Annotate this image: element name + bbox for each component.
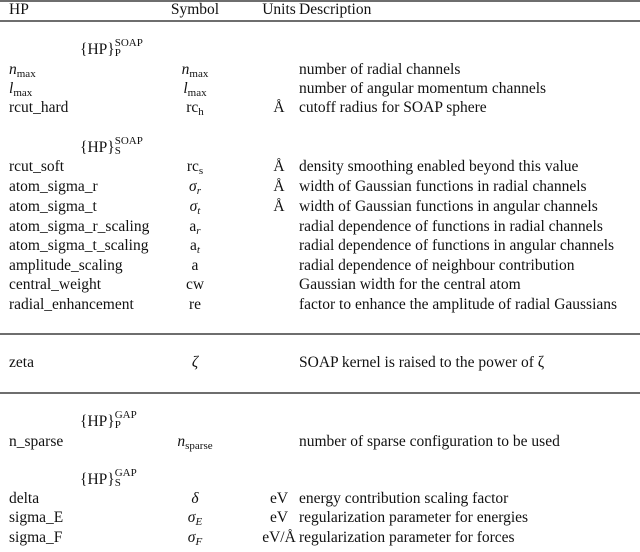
sym-base: rc (186, 158, 199, 175)
sym-base: δ (191, 490, 199, 507)
group-label-gap-p: {HP} GAP P (80, 410, 137, 432)
hp-cell: sigma_F (9, 529, 63, 546)
hp-cell: zeta (9, 354, 34, 371)
description-cell: energy contribution scaling factor (299, 490, 509, 507)
hp-cell: delta (9, 490, 40, 507)
symbol-cell: rch (140, 98, 250, 122)
table-row: delta δ eV energy contribution scaling f… (0, 489, 640, 509)
group-label-soap-p: {HP} SOAP P (80, 38, 143, 60)
symbol-cell: ζ (140, 353, 250, 373)
table-row: atom_sigma_r σr Å width of Gaussian func… (0, 177, 640, 197)
units-cell: eV/Å (262, 529, 296, 546)
hp-cell: amplitude_scaling (9, 257, 123, 274)
table-header: HP Symbol Units Description (0, 0, 640, 20)
sym-base: σ (189, 178, 197, 195)
hp-cell: rcut_soft (9, 158, 65, 175)
table-row: atom_sigma_t σt Å width of Gaussian func… (0, 197, 640, 217)
hp-cell: atom_sigma_t_scaling (9, 237, 149, 254)
table-row: nmax nmax number of radial channels (0, 60, 640, 80)
symbol-cell: re (188, 296, 202, 313)
header-symbol: Symbol (170, 1, 220, 18)
section-rule-1 (0, 333, 640, 335)
table-row: sigma_E σE eV regularization parameter f… (0, 508, 640, 528)
group-sub: P (114, 47, 121, 60)
table-row: zeta ζ SOAP kernel is raised to the powe… (0, 353, 640, 373)
sym-sub: s (198, 165, 204, 177)
description-cell: radial dependence of functions in radial… (299, 218, 603, 235)
units-cell: eV (269, 490, 289, 507)
units-cell: Å (273, 178, 285, 195)
group-label-gap-s: {HP} GAP S (80, 468, 137, 490)
table-row: atom_sigma_r_scaling ar radial dependenc… (0, 217, 640, 237)
sym-base: a (190, 237, 197, 254)
units-cell: eV (269, 509, 289, 526)
description-cell: cutoff radius for SOAP sphere (299, 99, 487, 116)
hp-cell: sigma_E (9, 509, 64, 526)
sym-base: rc (186, 99, 199, 116)
sym-base: ζ (191, 354, 199, 371)
hp-cell: central_weight (9, 276, 102, 293)
table-row: amplitude_scaling a radial dependence of… (0, 256, 640, 276)
table-row: radial_enhancement re factor to enhance … (0, 295, 640, 315)
table-row: central_weight cw Gaussian width for the… (0, 275, 640, 295)
hp-cell: radial_enhancement (9, 296, 134, 313)
table-row: rcut_soft rcs Å density smoothing enable… (0, 157, 640, 177)
symbol-cell: cw (185, 276, 205, 293)
description-cell: number of angular momentum channels (299, 80, 547, 97)
group-base: {HP} (80, 471, 115, 488)
header-description: Description (299, 1, 372, 18)
description-cell: density smoothing enabled beyond this va… (299, 158, 579, 175)
hp-cell: n_sparse (9, 433, 64, 450)
sym-sub: t (197, 205, 201, 217)
table-row: sigma_F σF eV/Å regularization parameter… (0, 528, 640, 548)
description-cell: Gaussian width for the central atom (299, 276, 521, 293)
units-cell: Å (273, 158, 285, 175)
description-cell: factor to enhance the amplitude of radia… (299, 296, 618, 313)
description-cell: width of Gaussian functions in angular c… (299, 198, 598, 215)
hp-cell: atom_sigma_r_scaling (9, 218, 150, 235)
table-row: lmax lmax number of angular momentum cha… (0, 79, 640, 99)
sym-sub: E (195, 516, 203, 528)
header-units: Units (262, 1, 296, 18)
table-row: atom_sigma_t_scaling at radial dependenc… (0, 236, 640, 256)
header-hp: HP (9, 1, 29, 18)
description-cell: radial dependence of functions in angula… (299, 237, 615, 254)
description-cell: regularization parameter for forces (299, 529, 515, 546)
group-sub: S (114, 145, 121, 158)
description-cell: SOAP kernel is raised to the power of ζ (299, 354, 545, 371)
table-row: n_sparse nsparse number of sparse config… (0, 432, 640, 452)
group-sub: P (114, 419, 121, 432)
group-base: {HP} (80, 41, 115, 58)
description-cell: regularization parameter for energies (299, 509, 529, 526)
group-label-soap-s: {HP} SOAP S (80, 136, 143, 158)
symbol-cell: δ (140, 489, 250, 509)
symbol-cell: σF (140, 528, 250, 552)
sym-sub: r (196, 185, 201, 197)
units-cell: Å (273, 198, 285, 215)
hp-cell: atom_sigma_r (9, 178, 98, 195)
sym-sub: h (198, 106, 204, 118)
group-sub: S (114, 477, 121, 490)
description-cell: number of radial channels (299, 61, 461, 78)
table-row: rcut_hard rch Å cutoff radius for SOAP s… (0, 98, 640, 118)
group-base: {HP} (80, 139, 115, 156)
sym-base: n (177, 433, 186, 450)
hp-base: n (9, 61, 17, 78)
header-rule (0, 20, 640, 22)
hp-cell: atom_sigma_t (9, 198, 97, 215)
units-cell: Å (273, 99, 285, 116)
hp-cell: rcut_hard (9, 99, 69, 116)
symbol-cell: nsparse (140, 432, 250, 456)
sym-sub: F (195, 536, 203, 548)
group-base: {HP} (80, 413, 115, 430)
description-cell: radial dependence of neighbour contribut… (299, 257, 575, 274)
description-cell: number of sparse configuration to be use… (299, 433, 560, 450)
symbol-cell: a (191, 257, 199, 274)
description-cell: width of Gaussian functions in radial ch… (299, 178, 587, 195)
section-rule-2 (0, 392, 640, 394)
sym-sub: t (196, 244, 200, 256)
sym-sub: sparse (185, 440, 213, 452)
